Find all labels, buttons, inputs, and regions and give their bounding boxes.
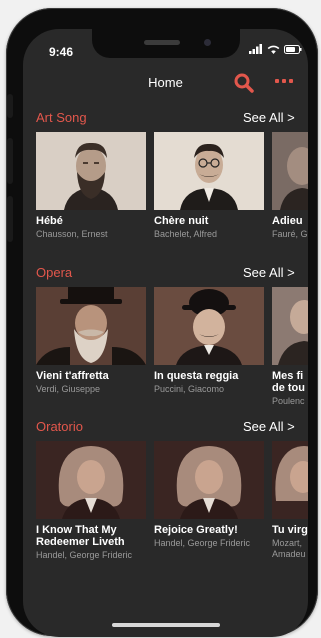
dot-icon bbox=[282, 79, 286, 83]
card-title: Mes fi de tou bbox=[272, 370, 305, 394]
card-title: In questa reggia bbox=[154, 370, 239, 382]
status-time: 9:46 bbox=[49, 45, 74, 59]
side-button bbox=[7, 138, 13, 184]
status-icons bbox=[249, 42, 302, 56]
front-camera bbox=[204, 39, 211, 46]
signal-icon bbox=[249, 44, 262, 54]
card-composer: Bachelet, Alfred bbox=[154, 229, 218, 239]
song-card[interactable]: Chère nuit Bachelet, Alfred bbox=[154, 132, 264, 240]
portrait-image bbox=[272, 132, 308, 210]
section-title: Art Song bbox=[36, 110, 87, 125]
card-composer: Verdi, Giuseppe bbox=[36, 384, 101, 394]
card-composer: Mozart, Amadeu bbox=[272, 538, 306, 559]
more-menu-button[interactable] bbox=[275, 79, 297, 87]
song-card[interactable]: Vieni t'affretta Verdi, Giuseppe bbox=[36, 287, 146, 395]
card-composer: Chausson, Ernest bbox=[36, 229, 108, 239]
page-title: Home bbox=[148, 75, 183, 90]
portrait-image bbox=[154, 132, 264, 210]
search-icon bbox=[234, 73, 254, 93]
card-composer: Handel, George Frideric bbox=[154, 538, 251, 548]
card-title: Chère nuit bbox=[154, 215, 209, 227]
portrait-image bbox=[272, 287, 308, 365]
battery-icon bbox=[284, 44, 302, 54]
song-card[interactable]: In questa reggia Puccini, Giacomo bbox=[154, 287, 264, 395]
app-screen: 9:46 Home Art Song See All > Hébé Chauss… bbox=[23, 29, 308, 637]
song-card[interactable]: Adieu Fauré, G bbox=[272, 132, 308, 240]
see-all-link[interactable]: See All > bbox=[243, 110, 295, 125]
notch bbox=[92, 29, 240, 58]
song-card[interactable]: Hébé Chausson, Ernest bbox=[36, 132, 146, 240]
song-card[interactable]: Tu virg Mozart, Amadeu bbox=[272, 441, 308, 560]
card-composer: Fauré, G bbox=[272, 229, 308, 239]
song-card[interactable]: Mes fi de tou Poulenc bbox=[272, 287, 308, 407]
card-composer: Puccini, Giacomo bbox=[154, 384, 225, 394]
card-title: Vieni t'affretta bbox=[36, 370, 109, 382]
song-card[interactable]: Rejoice Greatly! Handel, George Frideric bbox=[154, 441, 264, 549]
portrait-image bbox=[272, 441, 308, 519]
dot-icon bbox=[289, 79, 293, 83]
see-all-link[interactable]: See All > bbox=[243, 419, 295, 434]
phone-frame: 9:46 Home Art Song See All > Hébé Chauss… bbox=[6, 8, 318, 637]
speaker bbox=[144, 40, 180, 45]
wifi-icon bbox=[267, 45, 280, 54]
portrait-image bbox=[154, 287, 264, 365]
search-button[interactable] bbox=[233, 72, 255, 94]
portrait-image bbox=[154, 441, 264, 519]
section-title: Opera bbox=[36, 265, 73, 280]
side-button bbox=[7, 94, 13, 118]
card-composer: Poulenc bbox=[272, 396, 305, 406]
card-title: Adieu bbox=[272, 215, 303, 227]
card-composer: Handel, George Frideric bbox=[36, 550, 133, 560]
dot-icon bbox=[275, 79, 279, 83]
portrait-image bbox=[36, 132, 146, 210]
card-title: Tu virg bbox=[272, 524, 308, 536]
card-title: Rejoice Greatly! bbox=[154, 524, 238, 536]
card-title: I Know That My Redeemer Liveth bbox=[36, 524, 125, 548]
song-card[interactable]: I Know That My Redeemer Liveth Handel, G… bbox=[36, 441, 146, 561]
portrait-image bbox=[36, 287, 146, 365]
section-title: Oratorio bbox=[36, 419, 83, 434]
side-button bbox=[7, 196, 13, 242]
portrait-image bbox=[36, 441, 146, 519]
card-title: Hébé bbox=[36, 215, 63, 227]
home-indicator[interactable] bbox=[112, 623, 220, 627]
see-all-link[interactable]: See All > bbox=[243, 265, 295, 280]
